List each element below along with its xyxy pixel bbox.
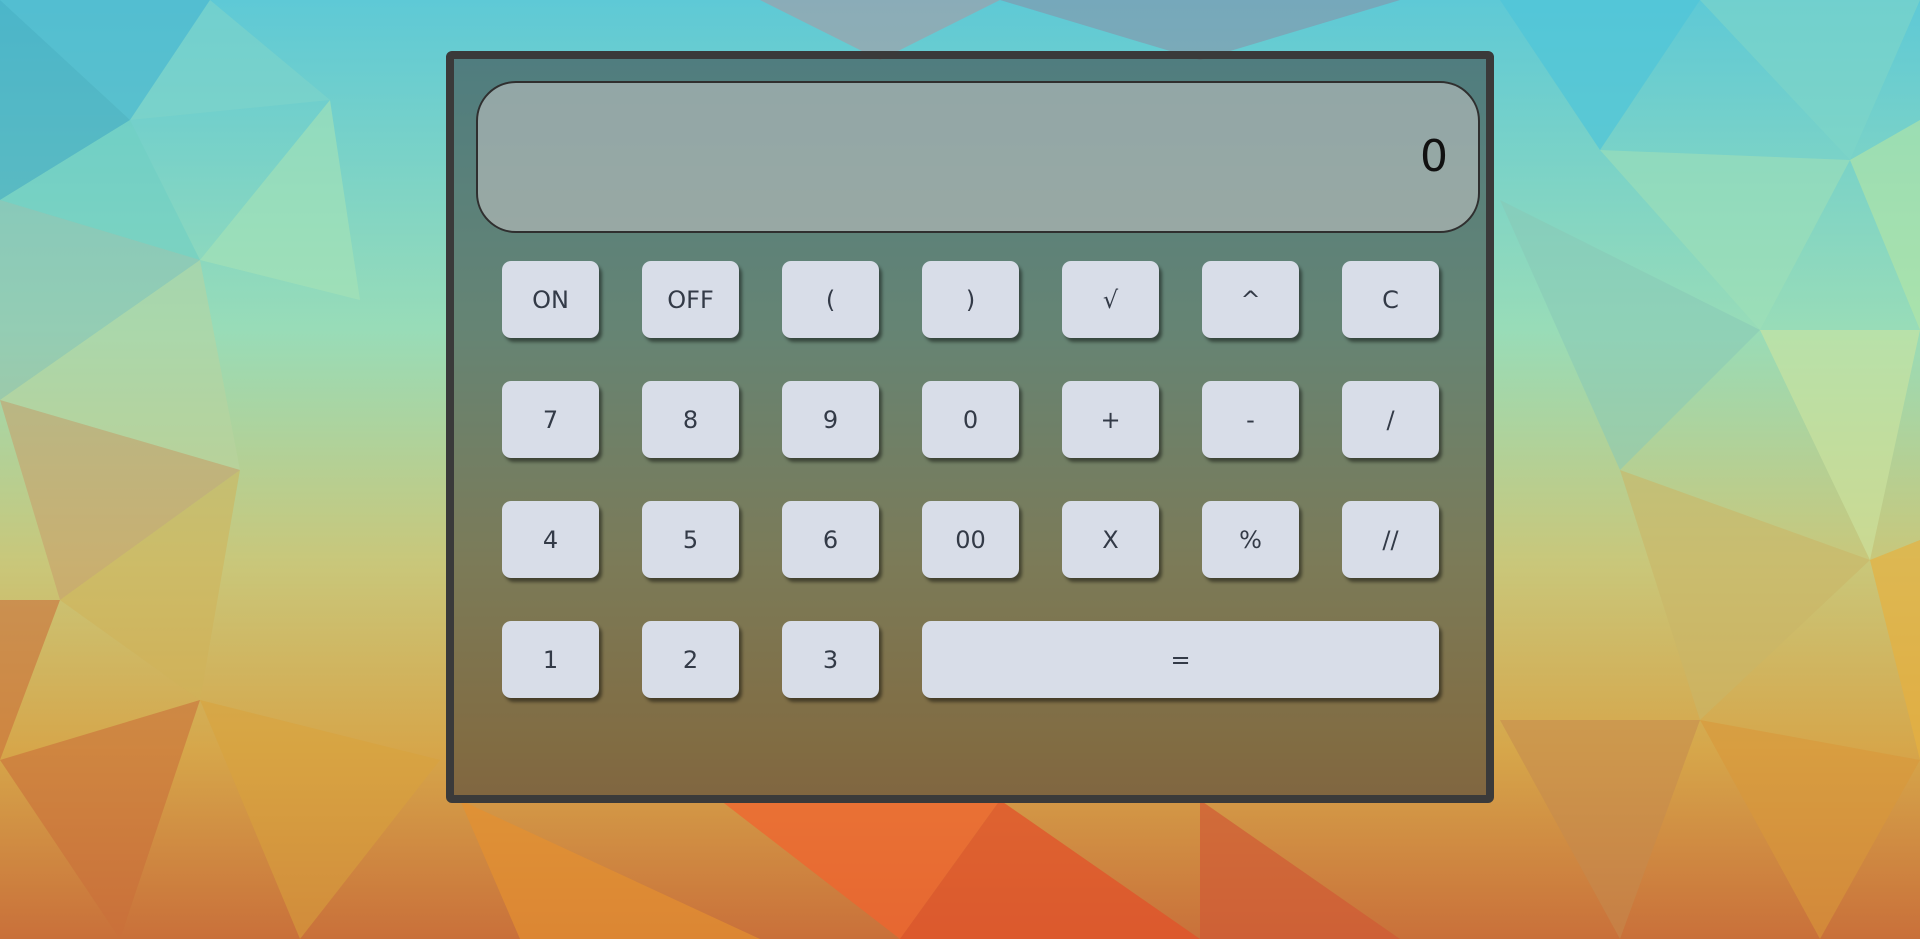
digit-9-button[interactable]: 9: [782, 381, 879, 458]
digit-3-button[interactable]: 3: [782, 621, 879, 698]
floor-divide-button[interactable]: //: [1342, 501, 1439, 578]
digit-2-button[interactable]: 2: [642, 621, 739, 698]
percent-button[interactable]: %: [1202, 501, 1299, 578]
digit-1-button[interactable]: 1: [502, 621, 599, 698]
divide-button[interactable]: /: [1342, 381, 1439, 458]
equals-button[interactable]: =: [922, 621, 1439, 698]
sqrt-button[interactable]: √: [1062, 261, 1159, 338]
clear-button[interactable]: C: [1342, 261, 1439, 338]
digit-6-button[interactable]: 6: [782, 501, 879, 578]
double-zero-button[interactable]: 00: [922, 501, 1019, 578]
power-button[interactable]: ^: [1202, 261, 1299, 338]
digit-8-button[interactable]: 8: [642, 381, 739, 458]
digit-0-button[interactable]: 0: [922, 381, 1019, 458]
digit-7-button[interactable]: 7: [502, 381, 599, 458]
open-paren-button[interactable]: (: [782, 261, 879, 338]
calculator: 0 ON OFF ( ) √ ^ C 7 8 9 0 + - / 4 5 6 0…: [446, 51, 1494, 803]
close-paren-button[interactable]: ): [922, 261, 1019, 338]
on-button[interactable]: ON: [502, 261, 599, 338]
off-button[interactable]: OFF: [642, 261, 739, 338]
subtract-button[interactable]: -: [1202, 381, 1299, 458]
digit-4-button[interactable]: 4: [502, 501, 599, 578]
add-button[interactable]: +: [1062, 381, 1159, 458]
calculator-display: 0: [476, 81, 1480, 233]
multiply-button[interactable]: X: [1062, 501, 1159, 578]
digit-5-button[interactable]: 5: [642, 501, 739, 578]
